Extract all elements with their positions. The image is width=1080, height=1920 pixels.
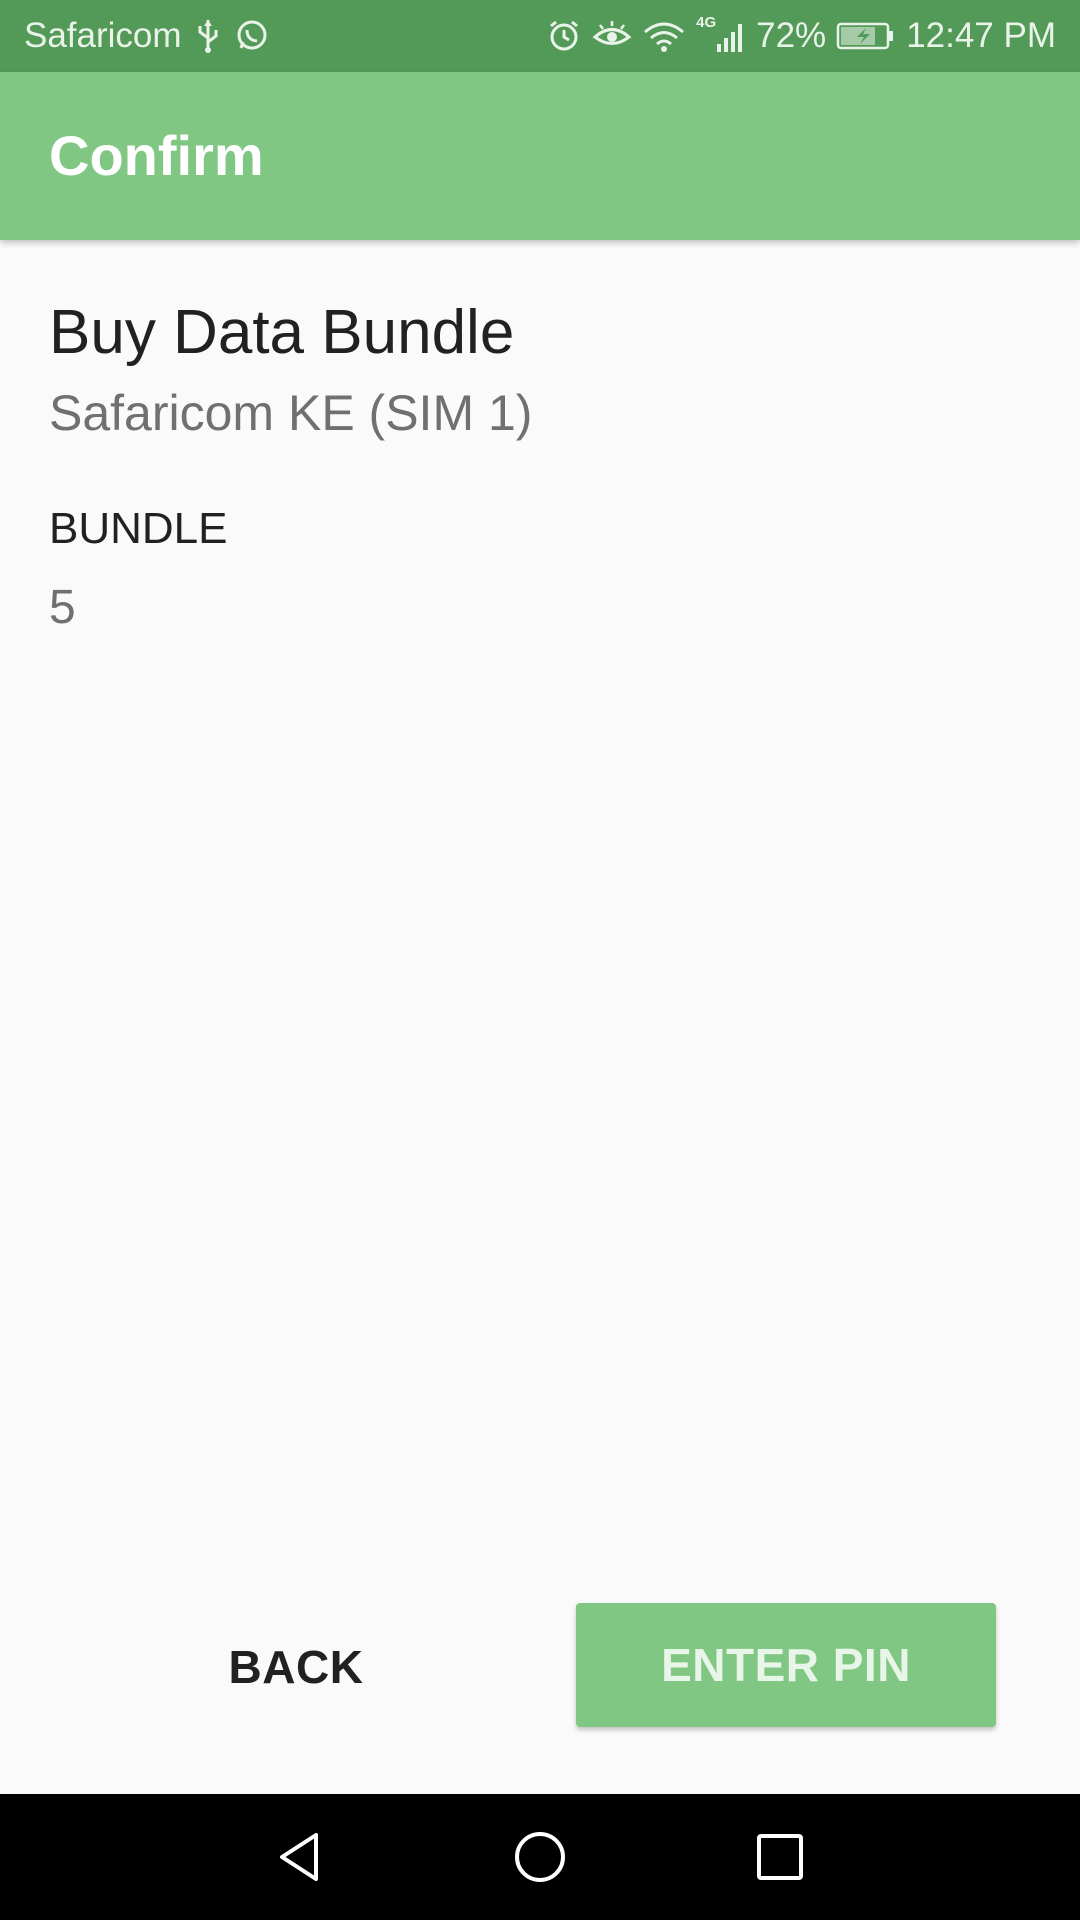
page-title: Confirm	[49, 124, 264, 187]
clock: 12:47 PM	[906, 16, 1056, 55]
eye-comfort-icon	[592, 18, 632, 54]
back-button[interactable]: BACK	[176, 1605, 416, 1729]
transaction-title: Buy Data Bundle	[49, 298, 515, 367]
usb-icon	[196, 18, 220, 54]
bundle-field-label: BUNDLE	[49, 504, 228, 553]
carrier-name: Safaricom	[24, 16, 182, 55]
enter-pin-button[interactable]: ENTER PIN	[576, 1603, 996, 1727]
home-circle-icon[interactable]	[470, 1794, 610, 1920]
alarm-icon	[546, 18, 582, 54]
back-triangle-icon[interactable]	[230, 1794, 370, 1920]
system-navigation-bar	[0, 1794, 1080, 1920]
signal-icon: 4G	[696, 14, 746, 52]
whatsapp-icon	[234, 18, 270, 54]
screen: Safaricom 4G 72% 12:47 PM Confirm Buy Da…	[0, 0, 1080, 1920]
status-bar: Safaricom 4G 72% 12:47 PM	[0, 0, 1080, 72]
app-bar: Confirm	[0, 72, 1080, 240]
status-bar-right: 4G 72% 12:47 PM	[546, 0, 1056, 72]
status-bar-left: Safaricom	[24, 0, 270, 72]
battery-percent: 72%	[756, 16, 827, 55]
sim-account-label: Safaricom KE (SIM 1)	[49, 385, 533, 441]
recents-square-icon[interactable]	[710, 1794, 850, 1920]
bundle-field-value: 5	[49, 581, 76, 634]
wifi-icon	[642, 18, 686, 54]
battery-charging-icon	[836, 21, 896, 51]
network-type: 4G	[696, 14, 717, 31]
